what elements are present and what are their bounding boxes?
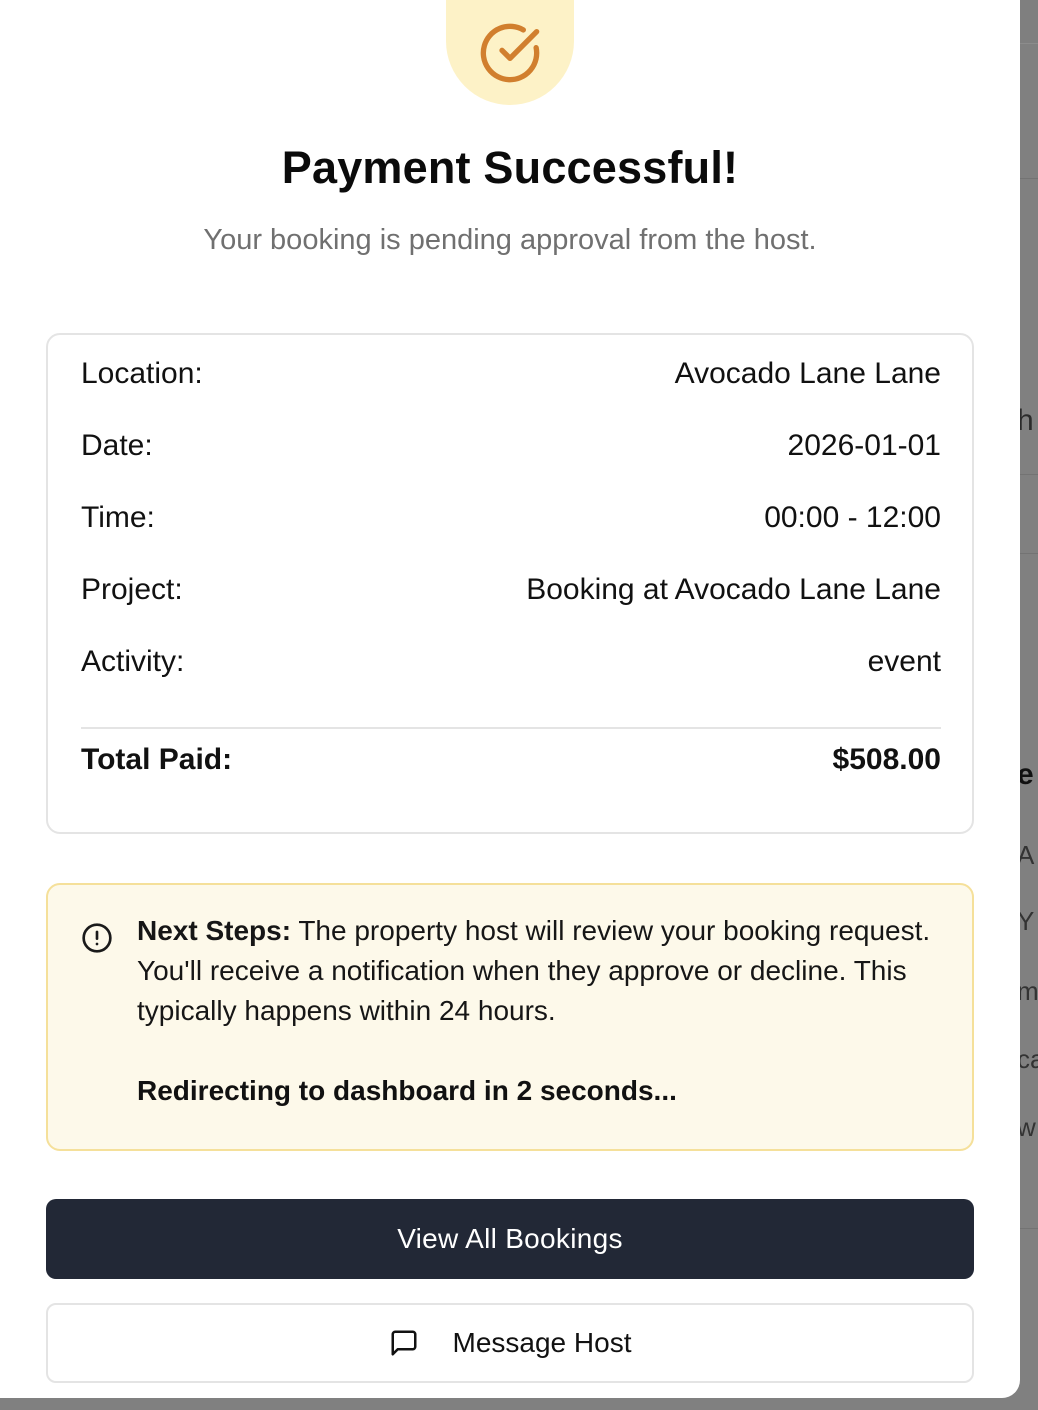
success-icon-badge <box>446 0 574 105</box>
detail-label: Location: <box>81 357 203 390</box>
detail-value: Avocado Lane Lane <box>674 357 941 390</box>
view-all-bookings-button[interactable]: View All Bookings <box>46 1199 974 1279</box>
message-host-button[interactable]: Message Host <box>46 1303 974 1383</box>
next-steps-notice: Next Steps: The property host will revie… <box>46 883 974 1151</box>
message-host-label: Message Host <box>452 1327 632 1358</box>
modal-subtitle: Your booking is pending approval from th… <box>203 224 817 256</box>
total-value: $508.00 <box>832 743 941 776</box>
check-circle-icon <box>480 23 540 82</box>
info-circle-icon <box>82 923 112 953</box>
redirect-countdown: Redirecting to dashboard in 2 seconds... <box>137 1075 677 1106</box>
modal-title: Payment Successful! <box>281 142 739 193</box>
detail-value: Booking at Avocado Lane Lane <box>526 573 941 606</box>
detail-label: Project: <box>81 573 183 606</box>
detail-row-project: Project: Booking at Avocado Lane Lane <box>81 570 941 610</box>
detail-label: Activity: <box>81 645 185 678</box>
total-label: Total Paid: <box>81 743 233 776</box>
detail-row-total: Total Paid: $508.00 <box>81 740 941 780</box>
detail-row-time: Time: 00:00 - 12:00 <box>81 498 941 538</box>
background-text-fragment: ca <box>1017 1044 1038 1074</box>
detail-value: 2026-01-01 <box>787 429 941 462</box>
background-text-fragment: m <box>1017 976 1038 1006</box>
notice-heading: Next Steps: <box>137 915 292 946</box>
message-square-icon <box>391 1330 417 1356</box>
notice-text: Next Steps: The property host will revie… <box>137 911 937 1031</box>
details-divider <box>81 727 941 729</box>
detail-row-location: Location: Avocado Lane Lane <box>81 354 941 394</box>
payment-success-modal: Payment Successful! Your booking is pend… <box>0 0 1020 1398</box>
detail-row-activity: Activity: event <box>81 642 941 682</box>
detail-label: Time: <box>81 501 155 534</box>
detail-label: Date: <box>81 429 153 462</box>
detail-value: 00:00 - 12:00 <box>764 501 941 534</box>
booking-details-card: Location: Avocado Lane Lane Date: 2026-0… <box>46 333 974 834</box>
detail-row-date: Date: 2026-01-01 <box>81 426 941 466</box>
detail-value: event <box>867 645 941 678</box>
